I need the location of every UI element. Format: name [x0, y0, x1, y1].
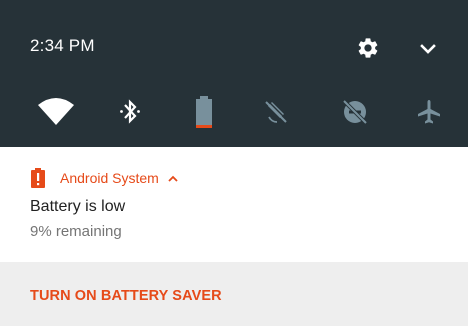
- chevron-down-icon[interactable]: [418, 39, 438, 59]
- notification-title: Battery is low: [30, 198, 126, 215]
- notification-shade: 2:34 PM: [0, 0, 468, 147]
- bluetooth-icon[interactable]: [110, 92, 150, 132]
- status-row: 2:34 PM: [0, 0, 468, 80]
- notification-card[interactable]: Android System Battery is low 9% remaini…: [0, 147, 468, 262]
- chevron-up-icon[interactable]: [167, 172, 179, 184]
- turn-on-battery-saver-button[interactable]: TURN ON BATTERY SAVER: [30, 288, 222, 304]
- wifi-icon[interactable]: [36, 92, 76, 132]
- notification-actions: TURN ON BATTERY SAVER: [0, 262, 468, 326]
- rotation-off-icon[interactable]: [256, 92, 296, 132]
- airplane-icon[interactable]: [409, 92, 449, 132]
- do-not-disturb-off-icon[interactable]: [335, 92, 375, 132]
- status-time: 2:34 PM: [30, 36, 95, 55]
- battery-alert-icon: [30, 168, 46, 188]
- gear-icon[interactable]: [356, 36, 380, 60]
- notification-header[interactable]: Android System: [30, 167, 179, 189]
- notification-text: 9% remaining: [30, 223, 122, 240]
- notification-app-name: Android System: [60, 170, 159, 186]
- battery-icon[interactable]: [184, 92, 224, 132]
- quick-settings-row: [0, 92, 468, 132]
